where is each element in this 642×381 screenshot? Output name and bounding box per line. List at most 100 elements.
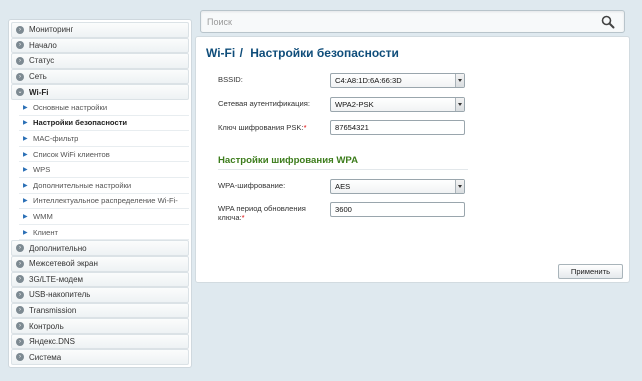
sidebar-item-label: Сеть <box>29 72 47 82</box>
bssid-value: C4:A8:1D:6A:66:3D <box>335 76 402 85</box>
sidebar-item-label: Контроль <box>29 321 64 331</box>
dropdown-arrow-icon <box>455 74 464 87</box>
apply-button[interactable]: Применить <box>558 264 623 279</box>
wpa-section-title: Настройки шифрования WPA <box>218 155 359 166</box>
title-section: Wi-Fi <box>206 46 236 60</box>
sidebar-item-label: Система <box>29 352 62 362</box>
bssid-label: BSSID: <box>218 75 243 84</box>
wpa-period-label-line1: WPA период обновления <box>218 204 306 213</box>
sidebar-item-label: Wi-Fi <box>29 87 49 97</box>
sidebar-subitem-label: WMM <box>33 211 53 221</box>
sidebar-item-network[interactable]: › Сеть <box>11 68 189 85</box>
sidebar-item-status[interactable]: › Статус <box>11 53 189 69</box>
chevron-right-icon: › <box>16 322 24 331</box>
sidebar-subitem-mac-filter[interactable]: ▶ MAC-фильтр <box>19 131 189 147</box>
search-bar <box>200 10 625 33</box>
arrow-right-icon: ▶ <box>23 213 28 220</box>
sidebar-item-control[interactable]: › Контроль <box>11 318 189 334</box>
arrow-right-icon: ▶ <box>23 135 28 142</box>
title-page: Настройки безопасности <box>250 46 399 60</box>
search-icon[interactable] <box>601 15 615 29</box>
required-marker: * <box>303 123 307 132</box>
sidebar-subitem-security-settings[interactable]: ▶ Настройки безопасности <box>19 116 189 132</box>
sidebar-item-monitoring[interactable]: › Мониторинг <box>11 22 189 38</box>
sidebar-item-transmission[interactable]: › Transmission <box>11 302 189 319</box>
arrow-right-icon: ▶ <box>23 104 28 111</box>
auth-value: WPA2-PSK <box>335 100 374 109</box>
arrow-right-icon: ▶ <box>23 198 28 205</box>
chevron-right-icon: › <box>16 306 24 315</box>
sidebar-item-wifi[interactable]: ⌄ Wi-Fi <box>11 84 189 100</box>
sidebar-item-firewall[interactable]: › Межсетевой экран <box>11 255 189 272</box>
sidebar-nav: › Мониторинг › Начало › Статус › Сеть ⌄ … <box>8 19 192 369</box>
sidebar-subitem-label: Основные настройки <box>33 102 108 112</box>
dropdown-arrow-icon <box>455 180 464 193</box>
sidebar-item-usb-storage[interactable]: › USB-накопитель <box>11 287 189 303</box>
chevron-right-icon: › <box>16 290 24 299</box>
chevron-right-icon: › <box>16 337 24 346</box>
psk-value: 87654321 <box>335 123 369 132</box>
sidebar-subitem-label: Дополнительные настройки <box>33 180 132 190</box>
chevron-right-icon: › <box>16 275 24 284</box>
sidebar-item-yandex-dns[interactable]: › Яндекс.DNS <box>11 333 189 350</box>
page-title: Wi-Fi / Настройки безопасности <box>206 46 399 60</box>
sidebar-subitem-label: Интеллектуальное распределение Wi-Fi- <box>33 196 178 206</box>
sidebar-item-label: Дополнительно <box>29 243 87 253</box>
arrow-right-icon: ▶ <box>23 151 28 158</box>
sidebar-item-3g-lte-modem[interactable]: › 3G/LTE-модем <box>11 271 189 288</box>
sidebar-item-label: USB-накопитель <box>29 290 91 300</box>
sidebar-item-label: Яндекс.DNS <box>29 337 76 347</box>
auth-select[interactable]: WPA2-PSK <box>330 97 465 112</box>
sidebar-item-label: Transmission <box>29 305 77 315</box>
sidebar-item-start[interactable]: › Начало <box>11 37 189 54</box>
wpa-enc-label: WPA-шифрование: <box>218 181 286 190</box>
sidebar-subitem-label: MAC-фильтр <box>33 133 79 143</box>
sidebar-item-label: 3G/LTE-модем <box>29 274 84 284</box>
sidebar-subitem-label: Клиент <box>33 227 58 237</box>
psk-input[interactable]: 87654321 <box>330 120 465 135</box>
arrow-right-icon: ▶ <box>23 229 28 236</box>
sidebar-subitem-label: WPS <box>33 165 51 175</box>
wpa-period-label: WPA период обновления ключа:* <box>218 204 306 222</box>
arrow-right-icon: ▶ <box>23 167 28 174</box>
sidebar-item-advanced[interactable]: › Дополнительно <box>11 240 189 256</box>
sidebar-subitem-basic-settings[interactable]: ▶ Основные настройки <box>19 100 189 116</box>
auth-label: Сетевая аутентификация: <box>218 99 310 108</box>
chevron-right-icon: › <box>16 41 24 50</box>
chevron-right-icon: › <box>16 72 24 81</box>
arrow-right-icon: ▶ <box>23 120 28 127</box>
security-settings-panel: Wi-Fi / Настройки безопасности BSSID: C4… <box>195 36 630 283</box>
chevron-right-icon: › <box>16 25 24 34</box>
wpa-enc-value: AES <box>335 182 351 191</box>
sidebar-subitem-wifi-clients[interactable]: ▶ Список WiFi клиентов <box>19 147 189 163</box>
sidebar-item-label: Мониторинг <box>29 25 74 35</box>
sidebar-item-label: Статус <box>29 56 55 66</box>
chevron-right-icon: › <box>16 353 24 362</box>
psk-label-text: Ключ шифрования PSK: <box>218 123 304 132</box>
required-marker: * <box>241 213 245 222</box>
wpa-enc-select[interactable]: AES <box>330 179 465 194</box>
sidebar-subitem-smart-distribution[interactable]: ▶ Интеллектуальное распределение Wi-Fi- <box>19 194 189 210</box>
sidebar-subitem-advanced-settings[interactable]: ▶ Дополнительные настройки <box>19 178 189 194</box>
sidebar-subitem-label: Список WiFi клиентов <box>33 149 110 159</box>
sidebar-item-label: Начало <box>29 40 57 50</box>
sidebar-subitem-label: Настройки безопасности <box>33 118 128 128</box>
chevron-right-icon: › <box>16 244 24 253</box>
sidebar-subitem-wmm[interactable]: ▶ WMM <box>19 209 189 225</box>
sidebar-item-label: Межсетевой экран <box>29 259 98 269</box>
dropdown-arrow-icon <box>455 98 464 111</box>
search-input[interactable] <box>207 14 597 30</box>
divider <box>218 169 468 170</box>
title-separator: / <box>239 46 243 60</box>
arrow-right-icon: ▶ <box>23 182 28 189</box>
wpa-period-value: 3600 <box>335 205 352 214</box>
sidebar-subitem-client[interactable]: ▶ Клиент <box>19 225 189 241</box>
bssid-select[interactable]: C4:A8:1D:6A:66:3D <box>330 73 465 88</box>
chevron-right-icon: › <box>16 259 24 268</box>
sidebar-subitem-wps[interactable]: ▶ WPS <box>19 162 189 178</box>
wpa-period-label-line2: ключа: <box>218 213 242 222</box>
wpa-period-input[interactable]: 3600 <box>330 202 465 217</box>
chevron-right-icon: › <box>16 56 24 65</box>
chevron-down-icon: ⌄ <box>16 88 24 97</box>
sidebar-item-system[interactable]: › Система <box>11 349 189 366</box>
